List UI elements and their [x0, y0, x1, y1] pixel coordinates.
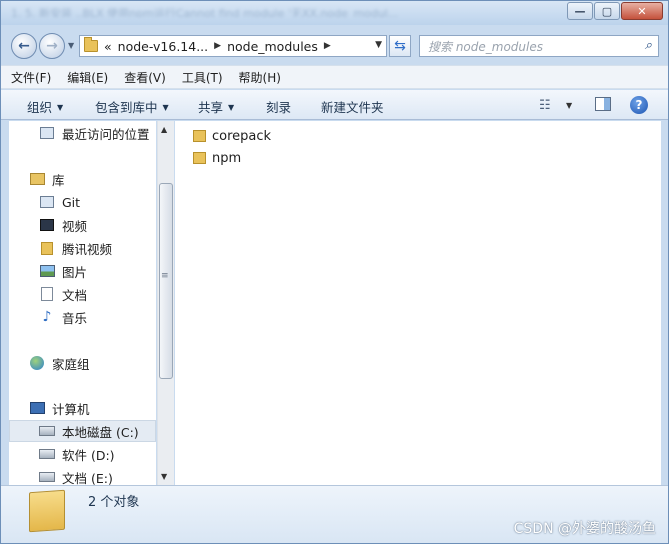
folder-icon	[193, 152, 206, 164]
share-button[interactable]: 共享 ▼	[198, 97, 234, 116]
nav-homegroup[interactable]: 家庭组	[9, 352, 156, 374]
folder-icon	[193, 130, 206, 142]
title-bar: 1. 5. 新安装 ..BLX 使用npm运行Cannot find modul…	[1, 1, 668, 25]
video-icon	[39, 218, 55, 232]
computer-icon	[29, 401, 45, 415]
drive-icon	[39, 447, 55, 461]
burn-button[interactable]: 刻录	[266, 97, 291, 116]
menu-bar: 文件(F) 编辑(E) 查看(V) 工具(T) 帮助(H)	[1, 65, 668, 89]
menu-file[interactable]: 文件(F)	[11, 69, 51, 86]
item-count: 2 个对象	[88, 495, 140, 510]
chevron-right-icon[interactable]: ▶	[324, 41, 331, 51]
homegroup-icon	[29, 356, 45, 370]
file-list: corepack npm	[175, 121, 661, 485]
nav-recent-places[interactable]: 最近访问的位置	[9, 122, 156, 144]
arrow-left-icon: ←	[18, 38, 30, 54]
search-placeholder: 搜索 node_modules	[428, 39, 543, 54]
back-button[interactable]: ←	[11, 33, 37, 59]
chevron-right-icon[interactable]: ▶	[214, 41, 221, 51]
scroll-thumb[interactable]	[159, 183, 173, 379]
chevron-down-icon[interactable]: ▼	[375, 40, 382, 50]
view-options-icon[interactable]: ☷	[539, 98, 551, 113]
search-input[interactable]: 搜索 node_modules ⌕	[419, 35, 659, 57]
folder-icon	[39, 241, 55, 255]
refresh-icon: ⇆	[394, 38, 406, 54]
arrow-right-icon: →	[46, 38, 58, 54]
scroll-up-arrow-icon[interactable]: ▲	[161, 125, 167, 134]
preview-pane-icon[interactable]	[595, 97, 611, 111]
nav-library-tencent-video[interactable]: 腾讯视频	[9, 237, 156, 259]
list-item[interactable]: corepack	[193, 126, 271, 146]
new-folder-button[interactable]: 新建文件夹	[321, 97, 384, 116]
chevron-down-icon: ▼	[228, 103, 235, 112]
maximize-button[interactable]: ▢	[594, 2, 620, 20]
breadcrumb-node-modules[interactable]: node_modules	[227, 39, 318, 54]
menu-view[interactable]: 查看(V)	[124, 69, 166, 86]
explorer-window: 1. 5. 新安装 ..BLX 使用npm运行Cannot find modul…	[0, 0, 669, 544]
nav-library-pictures[interactable]: 图片	[9, 260, 156, 282]
chevron-down-icon: ▼	[162, 103, 169, 112]
nav-library-videos[interactable]: 视频	[9, 214, 156, 236]
file-name: corepack	[212, 128, 272, 144]
file-name: npm	[212, 150, 242, 166]
menu-tools[interactable]: 工具(T)	[182, 69, 223, 86]
recent-pages-dropdown[interactable]: ▼	[68, 41, 74, 50]
grip-icon: ≡	[161, 271, 169, 281]
close-button[interactable]: ✕	[621, 2, 663, 20]
chevron-down-icon[interactable]: ▼	[566, 101, 572, 110]
nav-library-documents[interactable]: 文档	[9, 283, 156, 305]
recent-places-icon	[39, 126, 55, 140]
address-row: ← → ▼ « node-v16.14... ▶ node_modules ▶ …	[1, 27, 668, 63]
nav-computer[interactable]: 计算机	[9, 397, 156, 419]
command-bar: 组织 ▼ 包含到库中 ▼ 共享 ▼ 刻录 新建文件夹 ☷ ▼ ?	[1, 90, 668, 120]
search-icon[interactable]: ⌕	[645, 38, 652, 53]
nav-drive-e[interactable]: 文档 (E:)	[9, 466, 156, 485]
nav-library-music[interactable]: ♪ 音乐	[9, 306, 156, 328]
list-item[interactable]: npm	[193, 148, 241, 168]
git-library-icon	[39, 195, 55, 209]
drive-icon	[39, 470, 55, 484]
address-bar[interactable]: « node-v16.14... ▶ node_modules ▶ ▼	[79, 35, 387, 57]
include-in-library-button[interactable]: 包含到库中 ▼	[95, 97, 169, 116]
picture-icon	[39, 264, 55, 278]
nav-libraries[interactable]: 库	[9, 168, 156, 190]
navigation-pane: 最近访问的位置 库 Git 视频 腾讯视频 图片 文档 ♪ 音乐 家庭组 计算机…	[9, 121, 156, 485]
folder-icon	[84, 37, 98, 52]
scroll-down-arrow-icon[interactable]: ▼	[161, 472, 167, 481]
organize-button[interactable]: 组织 ▼	[27, 97, 63, 116]
system-drive-icon	[39, 424, 55, 438]
window-controls: — ▢ ✕	[567, 2, 663, 20]
nav-drive-c[interactable]: 本地磁盘 (C:)	[9, 420, 156, 442]
breadcrumb-node[interactable]: node-v16.14...	[118, 39, 208, 54]
window-title: 1. 5. 新安装 ..BLX 使用npm运行Cannot find modul…	[11, 7, 399, 17]
chevron-down-icon: ▼	[57, 103, 64, 112]
nav-scrollbar[interactable]: ▲ ≡ ▼	[157, 121, 174, 485]
menu-edit[interactable]: 编辑(E)	[67, 69, 108, 86]
music-note-icon: ♪	[42, 309, 52, 325]
details-pane: 2 个对象 CSDN @外婆的酸汤鱼	[1, 485, 668, 543]
library-icon	[29, 172, 45, 186]
breadcrumb-overflow[interactable]: «	[104, 39, 112, 54]
document-icon	[39, 287, 55, 301]
nav-drive-d[interactable]: 软件 (D:)	[9, 443, 156, 465]
watermark: CSDN @外婆的酸汤鱼	[513, 521, 656, 537]
forward-button[interactable]: →	[39, 33, 65, 59]
menu-help[interactable]: 帮助(H)	[239, 69, 281, 86]
minimize-button[interactable]: —	[567, 2, 593, 20]
refresh-button[interactable]: ⇆	[389, 35, 411, 57]
nav-library-git[interactable]: Git	[9, 191, 156, 213]
help-icon[interactable]: ?	[630, 96, 648, 114]
large-folder-icon	[29, 489, 65, 533]
